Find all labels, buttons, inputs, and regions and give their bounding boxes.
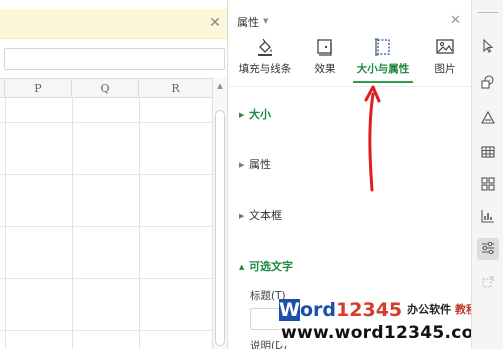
column-header-p[interactable]: P xyxy=(5,79,72,98)
watermark-tag-a: 办公软件 xyxy=(407,303,452,316)
grid-line xyxy=(139,98,140,349)
column-header-q[interactable]: Q xyxy=(72,79,139,98)
shapes-icon[interactable] xyxy=(477,72,499,94)
watermark-brand-line: Word12345 办公软件 教程 xyxy=(279,299,477,321)
grid-line xyxy=(5,98,6,349)
settings-sliders-icon[interactable] xyxy=(477,238,499,260)
right-toolbar-rail xyxy=(471,0,503,349)
grid-line xyxy=(0,226,212,227)
chevron-down-icon[interactable]: ▼ xyxy=(263,17,268,25)
expand-triangle-icon: ▶ xyxy=(239,212,245,220)
rail-divider xyxy=(478,12,498,13)
section-properties[interactable]: ▶ 属性 xyxy=(239,156,271,172)
vertical-scrollbar[interactable]: ▲ xyxy=(212,78,227,349)
notification-bar xyxy=(0,9,227,39)
watermark-brand-number: 12345 xyxy=(336,299,403,321)
grid-line xyxy=(0,330,212,331)
tab-effect[interactable]: 效果 xyxy=(308,36,342,82)
tab-label: 效果 xyxy=(314,63,336,75)
collapse-triangle-icon: ▲ xyxy=(239,263,245,271)
panel-title[interactable]: 属性 xyxy=(237,14,259,30)
formula-input[interactable] xyxy=(4,48,225,70)
select-arrow-icon[interactable] xyxy=(477,36,499,58)
scroll-up-arrow-icon[interactable]: ▲ xyxy=(213,80,227,92)
watermark-logo-letter: W xyxy=(279,299,300,321)
chart-icon[interactable] xyxy=(477,206,499,228)
watermark-brand-word: ord xyxy=(300,299,337,321)
notification-close-icon[interactable]: ✕ xyxy=(207,14,223,32)
expand-triangle-icon: ▶ xyxy=(239,111,245,119)
fill-bucket-icon xyxy=(258,38,272,56)
section-label: 属性 xyxy=(249,158,271,171)
watermark-brand: ord12345 xyxy=(300,299,402,321)
section-size[interactable]: ▶ 大小 xyxy=(239,106,271,122)
column-header-row: P Q R xyxy=(0,78,212,98)
grid-line xyxy=(0,122,212,123)
expand-triangle-icon: ▶ xyxy=(239,161,245,169)
tab-label: 图片 xyxy=(434,63,456,75)
section-label: 文本框 xyxy=(249,209,282,222)
section-textbox[interactable]: ▶ 文本框 xyxy=(239,207,282,223)
table-icon[interactable] xyxy=(477,142,499,164)
tab-label: 填充与线条 xyxy=(238,63,292,75)
grid-line xyxy=(0,278,212,279)
grid-line xyxy=(72,98,73,349)
grid-apps-icon[interactable] xyxy=(477,174,499,196)
styles-icon[interactable] xyxy=(477,108,499,130)
grid-line xyxy=(0,174,212,175)
annotation-arrow xyxy=(364,85,381,192)
property-panel: 属性 ▼ ✕ 填充与线条 效果 大小与属性 图片 ▶ 大小 ▶ 属性 ▶ 文本框… xyxy=(227,0,471,349)
watermark-url: www.word12345.com xyxy=(281,323,492,343)
tab-fill-line[interactable]: 填充与线条 xyxy=(234,36,296,82)
picture-icon xyxy=(436,39,454,54)
close-icon[interactable]: ✕ xyxy=(450,13,461,28)
section-label: 可选文字 xyxy=(249,260,293,273)
tab-size-properties[interactable]: 大小与属性 xyxy=(353,36,413,82)
scrollbar-thumb[interactable] xyxy=(215,110,225,346)
spreadsheet-area: ✕ P Q R ▲ xyxy=(0,0,227,349)
watermark-tagline: 办公软件 教程 xyxy=(407,299,477,321)
section-label: 大小 xyxy=(249,108,271,121)
section-alt-text[interactable]: ▲ 可选文字 xyxy=(239,258,293,274)
resize-icon[interactable] xyxy=(477,272,499,294)
size-icon xyxy=(375,38,390,56)
tab-label: 大小与属性 xyxy=(356,63,410,75)
watermark: Word12345 办公软件 教程 www.word12345.com xyxy=(279,299,501,346)
tab-picture[interactable]: 图片 xyxy=(428,36,462,82)
column-header-r[interactable]: R xyxy=(139,79,212,98)
effect-icon xyxy=(317,39,332,56)
